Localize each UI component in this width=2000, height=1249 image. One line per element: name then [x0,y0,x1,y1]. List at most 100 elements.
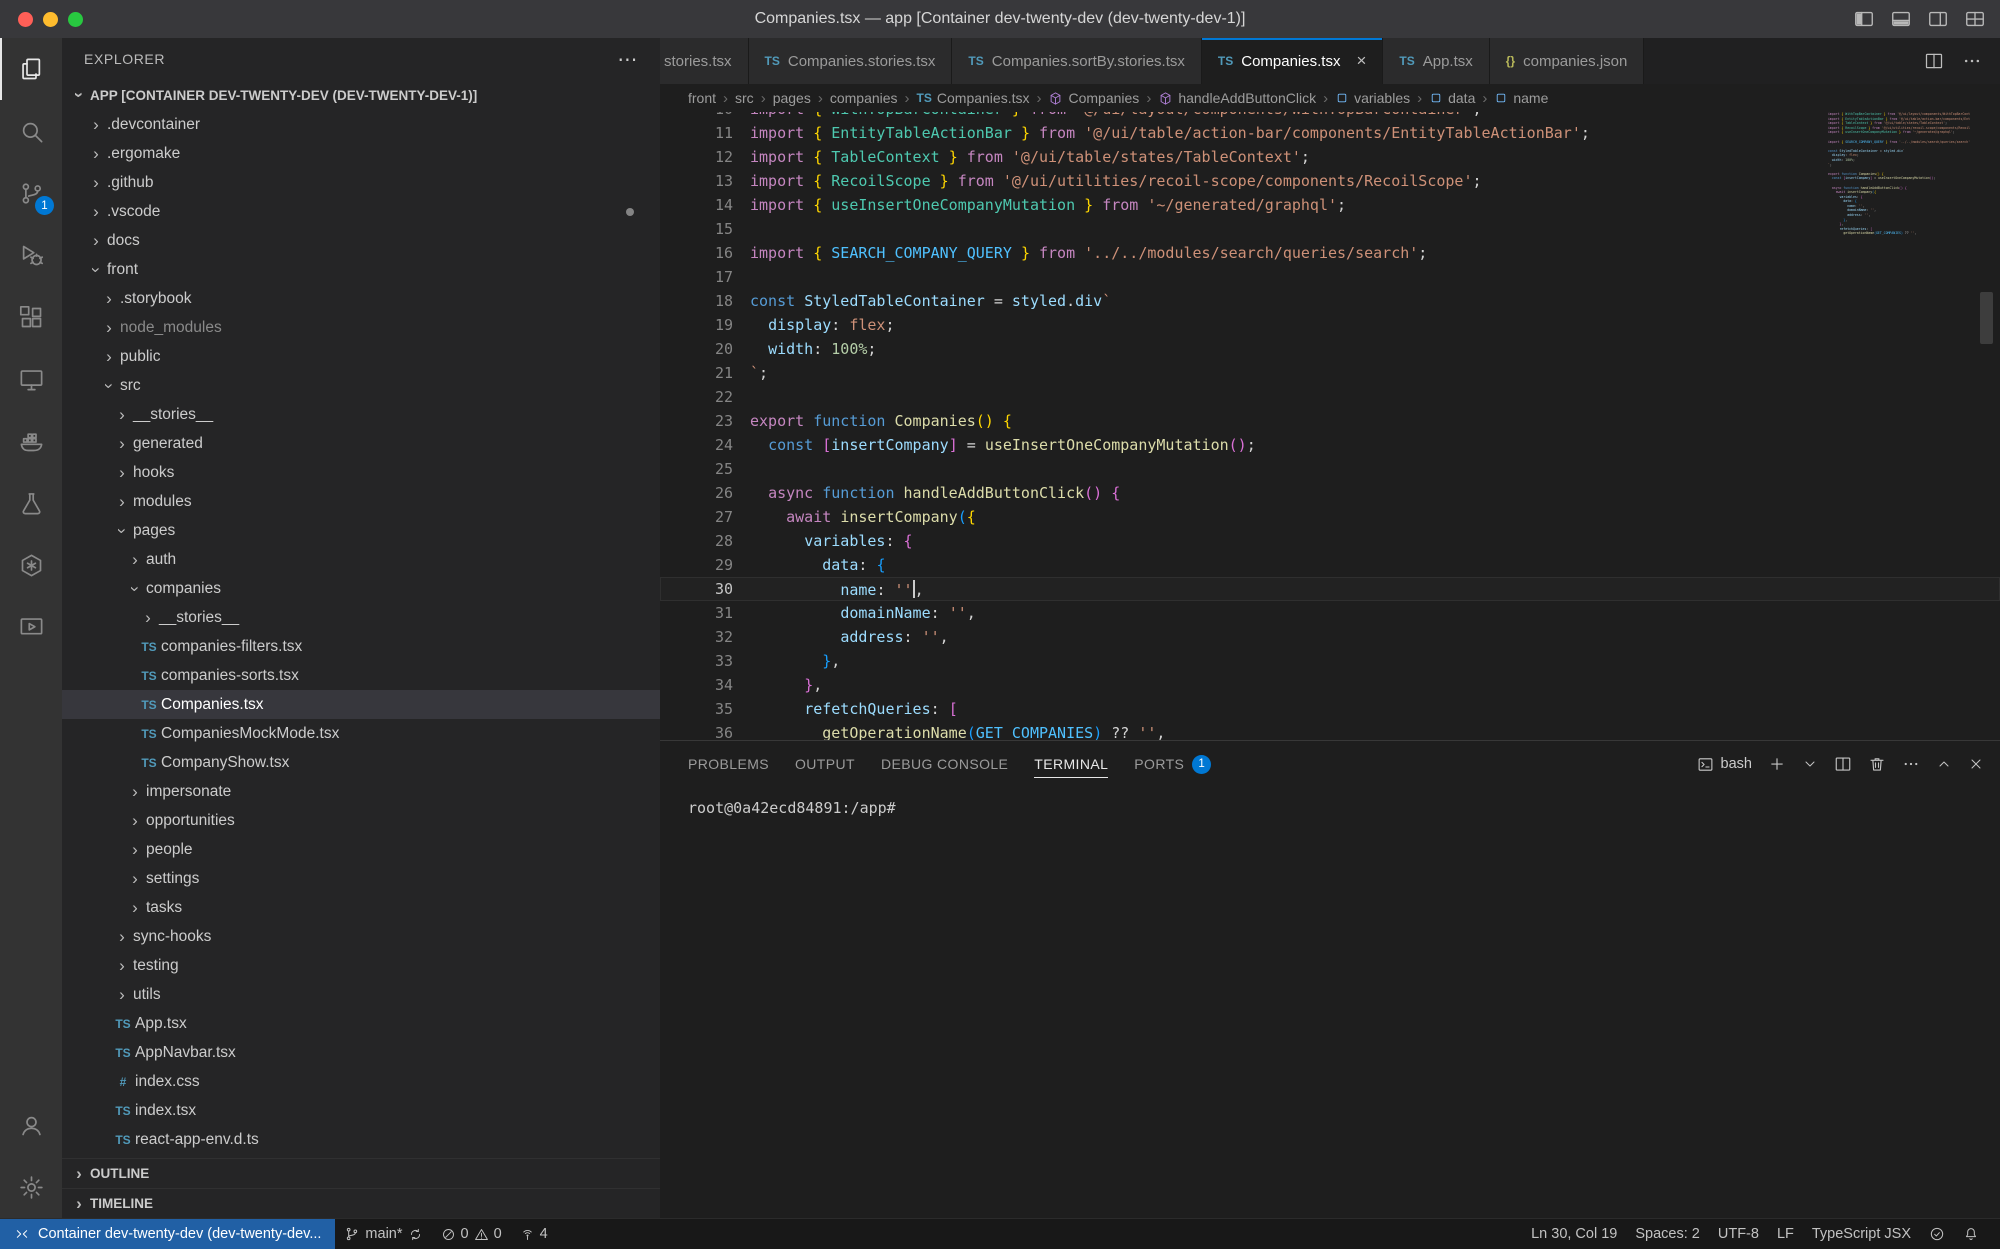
code-line[interactable]: 36 getOperationName(GET_COMPANIES) ?? ''… [660,721,2000,740]
activity-settings-icon[interactable] [0,1156,62,1218]
tree-item-modules[interactable]: ›modules [62,487,660,516]
close-tab-icon[interactable]: × [1356,51,1366,71]
code-line[interactable]: 25 [660,457,2000,481]
code-line[interactable]: 21`; [660,361,2000,385]
code-line[interactable]: 26 async function handleAddButtonClick()… [660,481,2000,505]
editor-scrollbar[interactable] [1972,112,2000,740]
tab-Companies.sortBy.stories.tsx[interactable]: TSCompanies.sortBy.stories.tsx [952,38,1201,84]
breadcrumb-handleAddButtonClick[interactable]: handleAddButtonClick [1158,90,1316,106]
tree-item-.storybook[interactable]: ›.storybook [62,284,660,313]
code-line[interactable]: 31 domainName: '', [660,601,2000,625]
code-line[interactable]: 11import { EntityTableActionBar } from '… [660,121,2000,145]
minimap[interactable]: import { WithTopBarContainer } from '@/u… [1828,112,1970,236]
tree-item-index.tsx[interactable]: TSindex.tsx [62,1096,660,1125]
activity-source-control-icon[interactable]: 1 [0,162,62,224]
tree-item-companies-filters.tsx[interactable]: TScompanies-filters.tsx [62,632,660,661]
tree-item-generated[interactable]: ›generated [62,429,660,458]
code-line[interactable]: 32 address: '', [660,625,2000,649]
eol-status[interactable]: LF [1768,1226,1803,1242]
toggle-panel-icon[interactable] [1890,8,1912,30]
tree-item-CompanyShow.tsx[interactable]: TSCompanyShow.tsx [62,748,660,777]
encoding-status[interactable]: UTF-8 [1709,1226,1768,1242]
language-mode-status[interactable]: TypeScript JSX [1803,1226,1920,1242]
tree-item-__stories__[interactable]: ›__stories__ [62,603,660,632]
code-line[interactable]: 20 width: 100%; [660,337,2000,361]
tree-item-node_modules[interactable]: ›node_modules [62,313,660,342]
code-line[interactable]: 22 [660,385,2000,409]
activity-explorer-icon[interactable] [0,38,62,100]
breadcrumb-data[interactable]: data [1429,90,1475,106]
panel-tab-problems[interactable]: PROBLEMS [688,741,769,787]
code-line[interactable]: 14import { useInsertOneCompanyMutation }… [660,193,2000,217]
split-editor-icon[interactable] [1924,51,1944,71]
tree-item-tasks[interactable]: ›tasks [62,893,660,922]
code-line[interactable]: 10import { WithTopBarContainer } from '@… [660,112,2000,121]
timeline-section[interactable]: › TIMELINE [62,1188,660,1218]
tree-item-companies[interactable]: ›companies [62,574,660,603]
tree-item-.devcontainer[interactable]: ›.devcontainer [62,110,660,139]
activity-testing-icon[interactable] [0,472,62,534]
code-line[interactable]: 27 await insertCompany({ [660,505,2000,529]
tree-item-hooks[interactable]: ›hooks [62,458,660,487]
problems-status[interactable]: 0 0 [432,1219,511,1249]
breadcrumb-front[interactable]: front [688,90,716,106]
activity-extensions-icon[interactable] [0,286,62,348]
code-line[interactable]: 28 variables: { [660,529,2000,553]
tree-item-.ergomake[interactable]: ›.ergomake [62,139,660,168]
code-line[interactable]: 33 }, [660,649,2000,673]
explorer-section-header[interactable]: › APP [CONTAINER DEV-TWENTY-DEV (DEV-TWE… [62,80,660,110]
customize-layout-icon[interactable] [1964,8,1986,30]
notifications[interactable] [1954,1226,1988,1242]
tree-item-people[interactable]: ›people [62,835,660,864]
tree-item-App.tsx[interactable]: TSApp.tsx [62,1009,660,1038]
breadcrumb-companies[interactable]: companies [830,90,898,106]
tree-item-index.css[interactable]: #index.css [62,1067,660,1096]
scrollbar-thumb[interactable] [1980,292,1993,344]
tree-item-pages[interactable]: ›pages [62,516,660,545]
panel-tab-terminal[interactable]: TERMINAL [1034,741,1108,787]
panel-tab-ports[interactable]: PORTS1 [1134,741,1211,787]
panel-tab-debug-console[interactable]: DEBUG CONSOLE [881,741,1008,787]
editor[interactable]: 10import { WithTopBarContainer } from '@… [660,112,2000,740]
ports-status[interactable]: 4 [511,1219,557,1249]
toggle-primary-sidebar-icon[interactable] [1853,8,1875,30]
code-line[interactable]: 23export function Companies() { [660,409,2000,433]
code-line[interactable]: 34 }, [660,673,2000,697]
code-line[interactable]: 13import { RecoilScope } from '@/ui/util… [660,169,2000,193]
code-line[interactable]: 12import { TableContext } from '@/ui/tab… [660,145,2000,169]
activity-remote-explorer-icon[interactable] [0,348,62,410]
code-line[interactable]: 35 refetchQueries: [ [660,697,2000,721]
zoom-window-button[interactable] [68,12,83,27]
terminal-content[interactable]: root@0a42ecd84891:/app# [660,787,2000,1218]
tree-item-testing[interactable]: ›testing [62,951,660,980]
maximize-panel-icon[interactable] [1936,756,1952,772]
explorer-more-actions-icon[interactable]: ⋯ [617,47,638,72]
tree-item-src[interactable]: ›src [62,371,660,400]
tree-item-opportunities[interactable]: ›opportunities [62,806,660,835]
tree-item-react-app-env.d.ts[interactable]: TSreact-app-env.d.ts [62,1125,660,1154]
panel-tab-output[interactable]: OUTPUT [795,741,855,787]
code-line[interactable]: 18const StyledTableContainer = styled.di… [660,289,2000,313]
activity-kubernetes-icon[interactable] [0,534,62,596]
close-panel-icon[interactable] [1968,756,1984,772]
kill-terminal-icon[interactable] [1868,755,1886,773]
breadcrumb-name[interactable]: name [1494,90,1548,106]
outline-section[interactable]: › OUTLINE [62,1158,660,1188]
breadcrumb-variables[interactable]: variables [1335,90,1410,106]
tree-item-__stories__[interactable]: ›__stories__ [62,400,660,429]
tree-item-utils[interactable]: ›utils [62,980,660,1009]
breadcrumb-src[interactable]: src [735,90,754,106]
indentation-status[interactable]: Spaces: 2 [1626,1226,1709,1242]
editor-more-actions-icon[interactable] [1962,51,1982,71]
code-line[interactable]: 17 [660,265,2000,289]
activity-live-preview-icon[interactable] [0,596,62,658]
tree-item-auth[interactable]: ›auth [62,545,660,574]
activity-run-and-debug-icon[interactable] [0,224,62,286]
terminal-dropdown-icon[interactable] [1802,756,1818,772]
tree-item-impersonate[interactable]: ›impersonate [62,777,660,806]
tab-App.tsx[interactable]: TSApp.tsx [1383,38,1489,84]
breadcrumb-pages[interactable]: pages [773,90,811,106]
git-branch-status[interactable]: main* [335,1219,431,1249]
breadcrumb-Companies.tsx[interactable]: TSCompanies.tsx [917,90,1030,106]
tree-item-.github[interactable]: ›.github [62,168,660,197]
